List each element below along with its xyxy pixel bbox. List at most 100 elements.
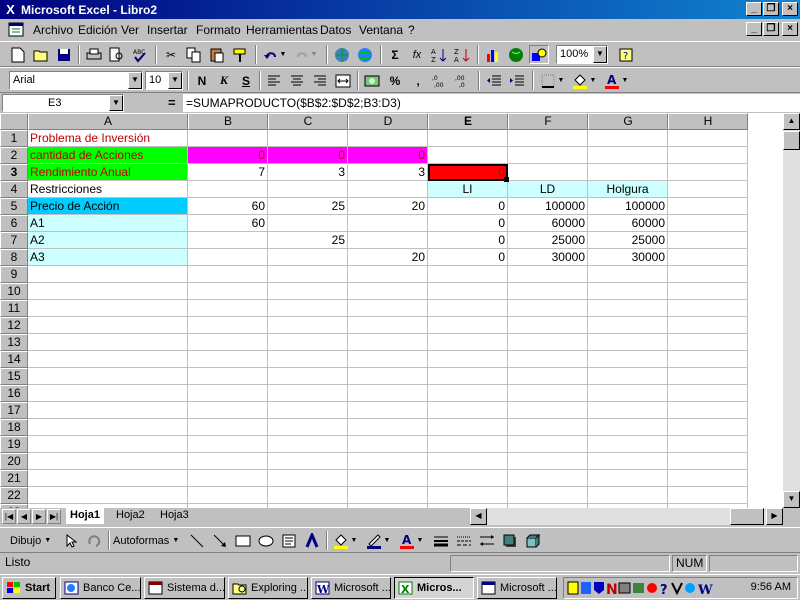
cell-c18[interactable] bbox=[268, 419, 348, 436]
cell-a11[interactable] bbox=[28, 300, 188, 317]
scroll-down-icon[interactable]: ▼ bbox=[783, 491, 800, 508]
select-pointer-icon[interactable] bbox=[62, 531, 82, 550]
next-sheet-icon[interactable]: ▶ bbox=[32, 509, 46, 524]
cell-a6[interactable]: A1 bbox=[28, 215, 188, 232]
cell-a20[interactable] bbox=[28, 453, 188, 470]
row-header-16[interactable]: 16 bbox=[0, 385, 28, 402]
excel-icon[interactable]: X bbox=[3, 2, 18, 17]
chevron-down-icon[interactable]: ▼ bbox=[109, 95, 123, 111]
font-name-select[interactable]: Arial ▼ bbox=[9, 71, 143, 90]
cell-f2[interactable] bbox=[508, 147, 588, 164]
cell-f16[interactable] bbox=[508, 385, 588, 402]
cell-g15[interactable] bbox=[588, 368, 668, 385]
doc-minimize-button[interactable]: _ bbox=[746, 22, 762, 36]
3d-icon[interactable] bbox=[523, 531, 543, 550]
tab-hoja1[interactable]: Hoja1 bbox=[66, 508, 104, 524]
cell-f4[interactable]: LD bbox=[508, 181, 588, 198]
cell-f19[interactable] bbox=[508, 436, 588, 453]
cut-icon[interactable]: ✂ bbox=[161, 45, 181, 64]
fill-color-icon[interactable] bbox=[570, 71, 590, 90]
menu-ventana[interactable]: Ventana bbox=[359, 23, 403, 37]
map-icon[interactable] bbox=[506, 45, 526, 64]
cell-h6[interactable] bbox=[668, 215, 748, 232]
cell-a8[interactable]: A3 bbox=[28, 249, 188, 266]
row-header-4[interactable]: 4 bbox=[0, 181, 28, 198]
cell-e14[interactable] bbox=[428, 351, 508, 368]
column-header-e[interactable]: E bbox=[428, 113, 508, 130]
column-header-c[interactable]: C bbox=[268, 113, 348, 130]
cell-c13[interactable] bbox=[268, 334, 348, 351]
cell-d11[interactable] bbox=[348, 300, 428, 317]
formula-input[interactable]: =SUMAPRODUCTO($B$2:$D$2;B3:D3) bbox=[183, 94, 800, 112]
cell-d12[interactable] bbox=[348, 317, 428, 334]
cell-g9[interactable] bbox=[588, 266, 668, 283]
row-header-21[interactable]: 21 bbox=[0, 470, 28, 487]
new-icon[interactable] bbox=[8, 45, 28, 64]
cell-e22[interactable] bbox=[428, 487, 508, 504]
cell-e8[interactable]: 0 bbox=[428, 249, 508, 266]
cell-f13[interactable] bbox=[508, 334, 588, 351]
cell-d8[interactable]: 20 bbox=[348, 249, 428, 266]
cell-h2[interactable] bbox=[668, 147, 748, 164]
cell-c10[interactable] bbox=[268, 283, 348, 300]
line-color-dropdown-icon[interactable]: ▼ bbox=[382, 531, 392, 550]
cell-g2[interactable] bbox=[588, 147, 668, 164]
document-icon[interactable] bbox=[8, 22, 25, 37]
rectangle-icon[interactable] bbox=[233, 531, 253, 550]
cell-d14[interactable] bbox=[348, 351, 428, 368]
column-header-g[interactable]: G bbox=[588, 113, 668, 130]
row-header-9[interactable]: 9 bbox=[0, 266, 28, 283]
cell-d10[interactable] bbox=[348, 283, 428, 300]
restore-button[interactable]: ❐ bbox=[763, 2, 779, 16]
cell-a17[interactable] bbox=[28, 402, 188, 419]
cell-e21[interactable] bbox=[428, 470, 508, 487]
cell-e4[interactable]: LI bbox=[428, 181, 508, 198]
hscroll-thumb[interactable] bbox=[730, 508, 764, 525]
cell-g19[interactable] bbox=[588, 436, 668, 453]
fill-color-dropdown-icon[interactable]: ▼ bbox=[588, 71, 598, 90]
cell-f15[interactable] bbox=[508, 368, 588, 385]
horizontal-scrollbar[interactable]: ◀ ▶ bbox=[470, 508, 783, 525]
line-style-icon[interactable] bbox=[431, 531, 451, 550]
cell-d19[interactable] bbox=[348, 436, 428, 453]
cell-b10[interactable] bbox=[188, 283, 268, 300]
borders-dropdown-icon[interactable]: ▼ bbox=[556, 71, 566, 90]
cell-g12[interactable] bbox=[588, 317, 668, 334]
cell-f9[interactable] bbox=[508, 266, 588, 283]
cell-d1[interactable] bbox=[348, 130, 428, 147]
task-microsoft-excel[interactable]: X Micros... bbox=[394, 577, 474, 599]
cell-h7[interactable] bbox=[668, 232, 748, 249]
cell-h9[interactable] bbox=[668, 266, 748, 283]
line-color-icon[interactable] bbox=[364, 531, 384, 550]
row-header-2[interactable]: 2 bbox=[0, 147, 28, 164]
cell-e10[interactable] bbox=[428, 283, 508, 300]
row-header-3[interactable]: 3 bbox=[0, 164, 28, 181]
chevron-down-icon[interactable]: ▼ bbox=[593, 46, 607, 63]
paste-icon[interactable] bbox=[207, 45, 227, 64]
font-color-icon[interactable]: A bbox=[602, 71, 622, 90]
cell-e20[interactable] bbox=[428, 453, 508, 470]
arrow-icon[interactable] bbox=[210, 531, 230, 550]
cell-g8[interactable]: 30000 bbox=[588, 249, 668, 266]
menu-datos[interactable]: Datos bbox=[320, 23, 351, 37]
doc-restore-button[interactable]: ❐ bbox=[763, 22, 779, 36]
row-header-10[interactable]: 10 bbox=[0, 283, 28, 300]
cell-b1[interactable] bbox=[188, 130, 268, 147]
row-header-8[interactable]: 8 bbox=[0, 249, 28, 266]
underline-button[interactable]: S bbox=[236, 71, 256, 90]
cell-f21[interactable] bbox=[508, 470, 588, 487]
cell-e2[interactable] bbox=[428, 147, 508, 164]
cell-b17[interactable] bbox=[188, 402, 268, 419]
cell-e13[interactable] bbox=[428, 334, 508, 351]
hyperlink-icon[interactable] bbox=[332, 45, 352, 64]
cell-d15[interactable] bbox=[348, 368, 428, 385]
cell-c5[interactable]: 25 bbox=[268, 198, 348, 215]
cell-e6[interactable]: 0 bbox=[428, 215, 508, 232]
task-banco[interactable]: Banco Ce... bbox=[60, 577, 141, 599]
cell-f5[interactable]: 100000 bbox=[508, 198, 588, 215]
row-header-1[interactable]: 1 bbox=[0, 130, 28, 147]
chevron-down-icon[interactable]: ▼ bbox=[128, 72, 142, 89]
format-painter-icon[interactable] bbox=[230, 45, 250, 64]
cell-f20[interactable] bbox=[508, 453, 588, 470]
cell-h10[interactable] bbox=[668, 283, 748, 300]
